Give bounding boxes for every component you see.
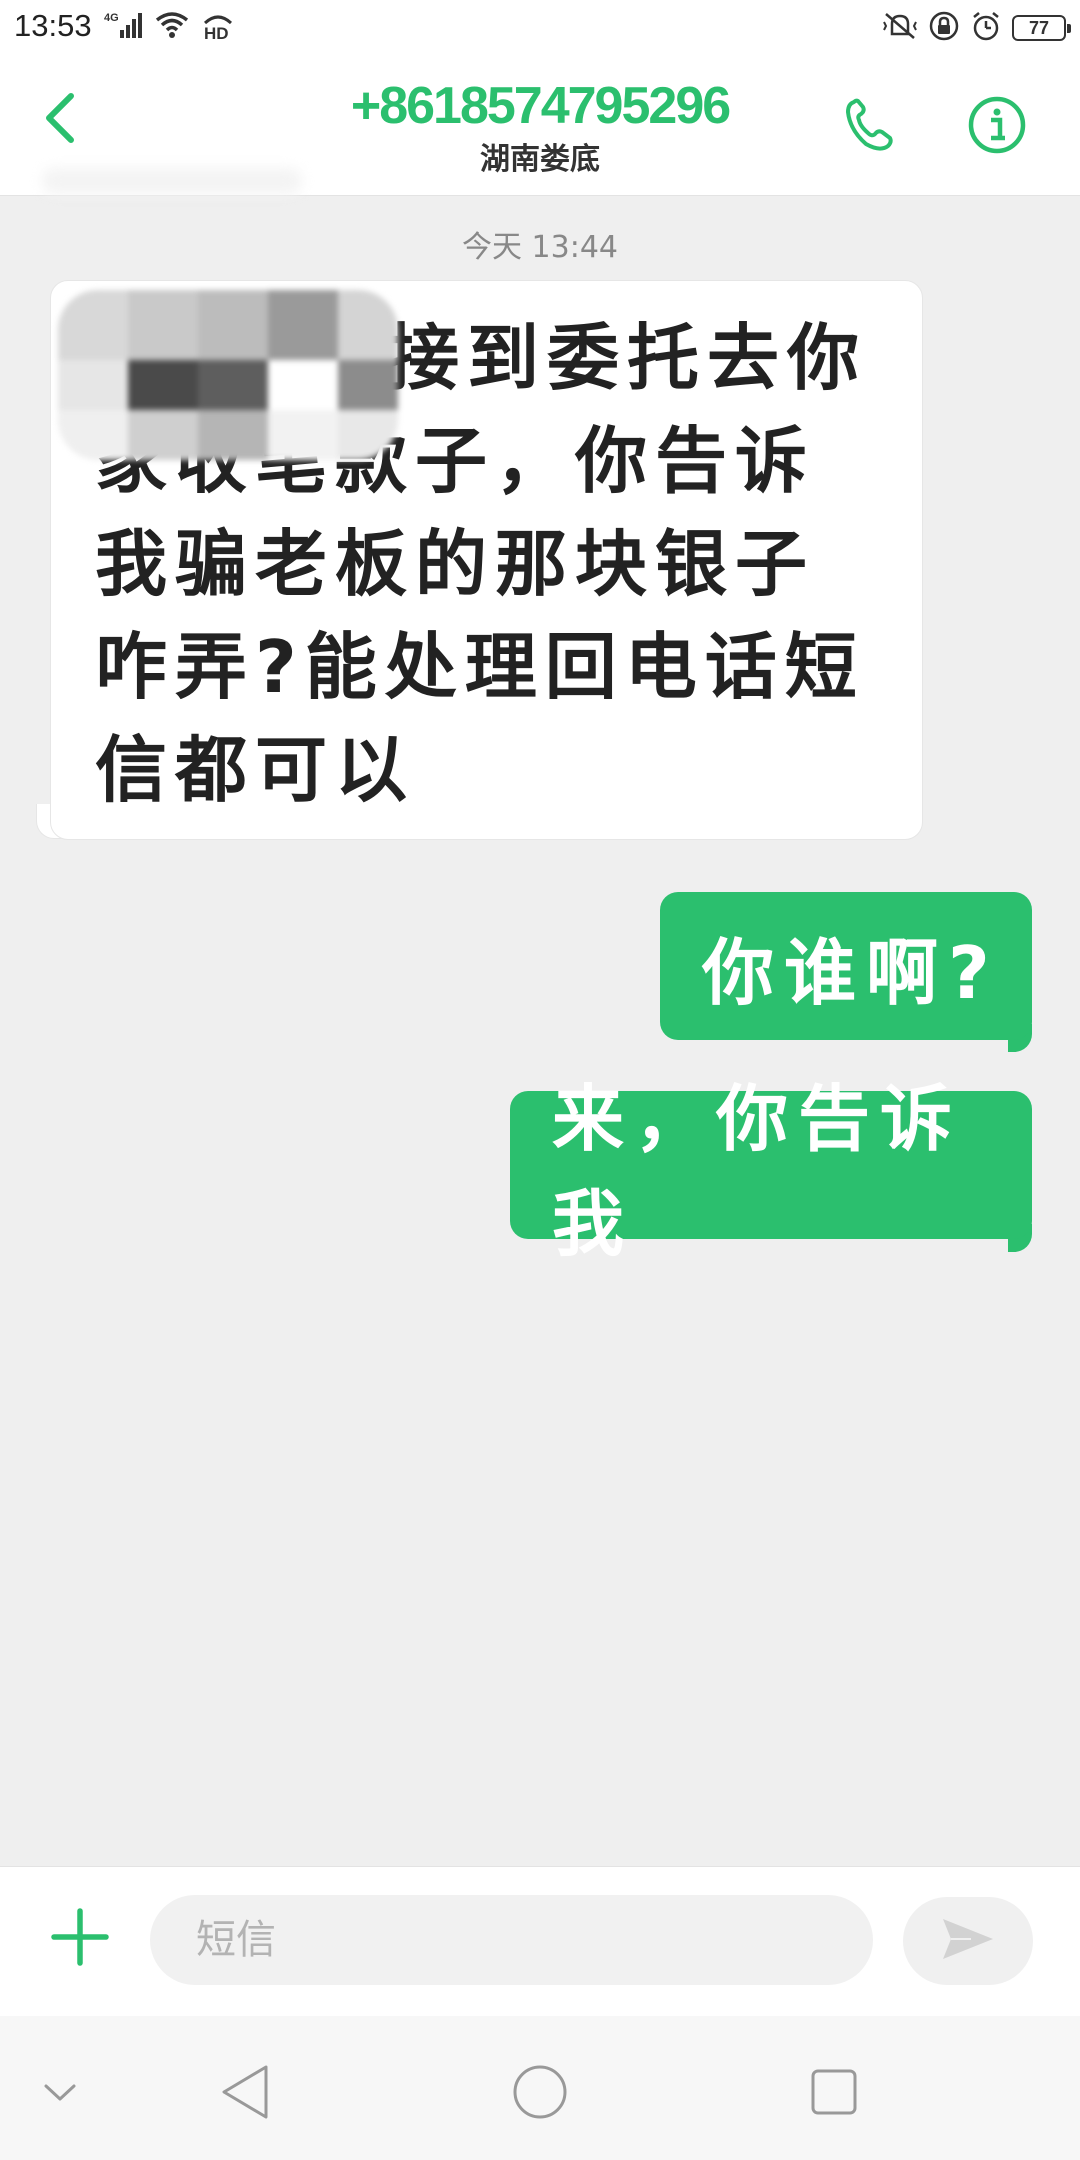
call-button[interactable] (836, 92, 906, 162)
sms-input[interactable] (150, 1895, 873, 1985)
cellular-signal-icon: 4G (104, 10, 144, 44)
square-recent-icon (808, 2066, 860, 2122)
outgoing-message-text: 你谁啊? (702, 930, 1000, 1015)
plus-icon (51, 1908, 109, 1970)
vibrate-icon (882, 10, 918, 46)
status-time: 13:53 (14, 8, 92, 43)
status-left-icons: 4G HD (104, 10, 236, 44)
messaging-screen: 13:53 4G HD 77 +8618574795296 湖南娄底 今天 13… (0, 0, 1080, 2160)
outgoing-message-bubble[interactable]: 你谁啊? (660, 892, 1032, 1040)
nav-recent-apps-button[interactable] (798, 2058, 870, 2130)
message-timestamp: 今天 13:44 (462, 230, 618, 265)
redaction-blur (42, 168, 302, 194)
svg-text:HD: HD (204, 24, 229, 41)
alarm-icon (970, 10, 1002, 46)
outgoing-message-text: 来，你告诉我 (552, 1077, 963, 1266)
nav-back-button[interactable] (209, 2058, 281, 2130)
send-button[interactable] (903, 1897, 1033, 1985)
status-right-icons: 77 (882, 10, 1071, 46)
redaction-mosaic (58, 290, 398, 460)
battery-icon: 77 (1012, 15, 1071, 41)
lock-icon (928, 10, 960, 46)
info-icon (967, 95, 1027, 159)
phone-icon (842, 96, 900, 158)
contact-number[interactable]: +8618574795296 (0, 76, 1080, 136)
info-button[interactable] (962, 92, 1032, 162)
system-navigation-bar (0, 2016, 1080, 2160)
status-bar: 13:53 4G HD 77 (0, 0, 1080, 56)
outgoing-message-bubble[interactable]: 来，你告诉我 (510, 1077, 1032, 1266)
add-attachment-button[interactable] (44, 1903, 116, 1975)
svg-text:4G: 4G (104, 12, 119, 24)
triangle-back-icon (218, 2063, 272, 2125)
wifi-icon (154, 10, 190, 44)
hd-call-icon: HD (200, 9, 236, 45)
send-icon (941, 1917, 995, 1965)
nav-hide-button[interactable] (24, 2058, 96, 2130)
circle-home-icon (510, 2062, 570, 2126)
compose-bar (0, 1866, 1080, 2016)
nav-home-button[interactable] (504, 2058, 576, 2130)
chevron-down-icon (40, 2079, 80, 2109)
battery-level: 77 (1028, 17, 1050, 38)
